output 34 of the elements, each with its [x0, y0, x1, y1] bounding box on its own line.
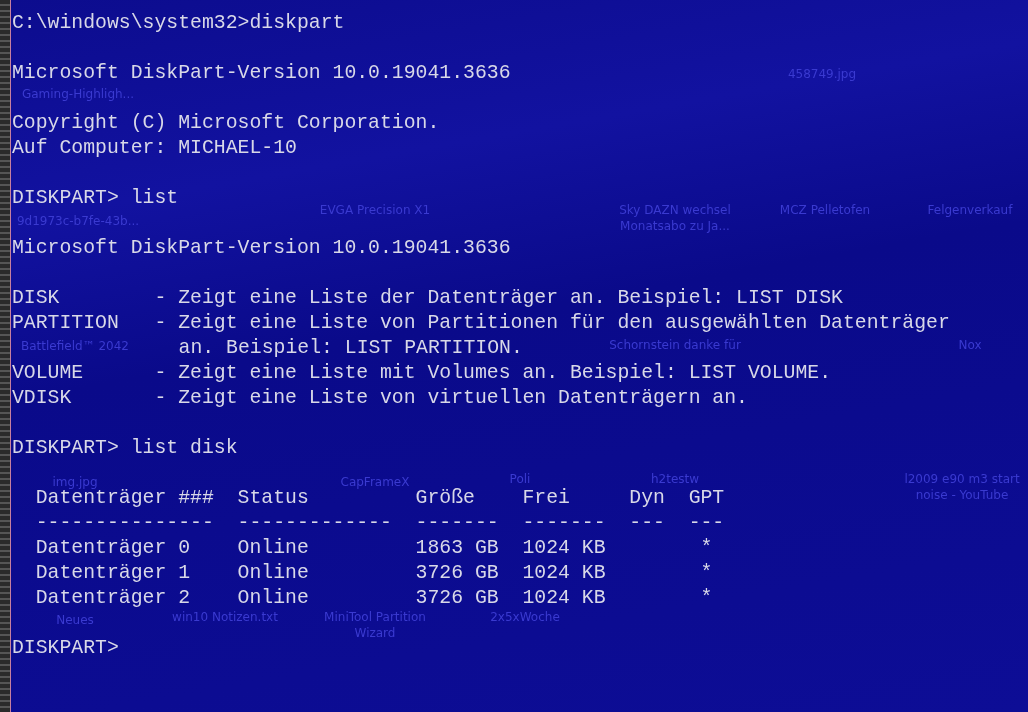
terminal-line: Copyright (C) Microsoft Corporation. — [12, 111, 440, 136]
desktop-icon-label[interactable]: Gaming-Highligh... — [13, 86, 143, 102]
desktop-icon-label[interactable]: Neues — [20, 612, 130, 628]
desktop-icon-label[interactable]: 2x5xWoche — [475, 609, 575, 625]
terminal-line: Microsoft DiskPart-Version 10.0.19041.3636 — [12, 236, 511, 261]
terminal-line: DISKPART> list — [12, 186, 179, 211]
terminal-line: Datenträger 0 Online 1863 GB 1024 KB * — [34, 536, 713, 561]
desktop-icon-label[interactable]: Schornstein danke für — [600, 337, 750, 353]
terminal-line: an. Beispiel: LIST PARTITION. — [178, 336, 523, 361]
terminal-line: VOLUME - Zeigt eine Liste mit Volumes an. Beispiel: LIST VOLUME. — [12, 361, 832, 386]
desktop-icon-label[interactable]: Sky DAZN wechsel Monatsabo zu Ja... — [605, 202, 745, 234]
terminal-line: Datenträger 2 Online 3726 GB 1024 KB * — [34, 586, 713, 611]
desktop-icon-label[interactable]: MiniTool Partition Wizard — [310, 609, 440, 641]
terminal-line: DISK - Zeigt eine Liste der Datenträger an. Beispiel: LIST DISK — [12, 286, 843, 311]
desktop-icon-label[interactable]: Nox — [930, 337, 1010, 353]
desktop-icon-label[interactable]: MCZ Pelletofen — [765, 202, 885, 218]
terminal-line: Datenträger ### Status Größe Frei Dyn GPT — [34, 487, 725, 511]
desktop-icon-label[interactable]: l2009 e90 m3 start noise - YouTube — [892, 471, 1028, 503]
terminal-line: DISKPART> — [12, 636, 119, 661]
terminal-line: --------------- ------------- ------- ------- --- --- — [34, 511, 725, 536]
terminal-line: Auf Computer: MICHAEL-10 — [12, 136, 297, 161]
terminal-line: Microsoft DiskPart-Version 10.0.19041.3636 — [12, 61, 511, 86]
terminal-line: C:\windows\system32>diskpart — [12, 11, 345, 36]
desktop-icon-label[interactable]: h2testw — [625, 471, 725, 487]
desktop-icon-label[interactable]: Felgenverkauf — [915, 202, 1025, 218]
terminal-line: Datenträger 1 Online 3726 GB 1024 KB * — [34, 561, 713, 586]
terminal-line: DISKPART> list disk — [12, 436, 238, 461]
desktop-icon-label[interactable]: CapFrameX — [320, 474, 430, 490]
terminal-line: VDISK - Zeigt eine Liste von virtuellen Datenträgern an. — [12, 386, 748, 411]
desktop-icon-label[interactable]: win10 Notizen.txt — [160, 609, 290, 625]
terminal-line: PARTITION - Zeigt eine Liste von Partitionen für den ausgewählten Datenträger — [12, 311, 950, 336]
desktop-icon-label[interactable]: Poli — [480, 471, 560, 487]
desktop-icon-label[interactable]: img.jpg — [20, 474, 130, 490]
desktop-icon-label[interactable]: Battlefield™ 2042 — [10, 338, 140, 354]
